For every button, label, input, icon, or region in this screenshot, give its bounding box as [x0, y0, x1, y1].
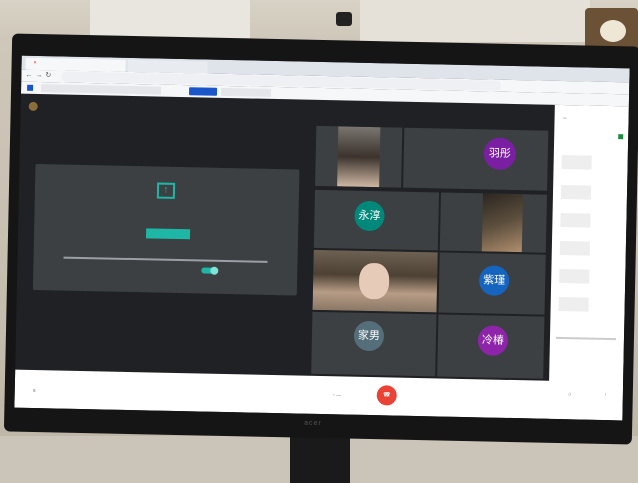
avatar: 家男 [353, 320, 385, 352]
participant-tile[interactable]: 家男 [311, 311, 437, 377]
bookmark-item[interactable] [41, 84, 162, 95]
monitor: × ← → ↻ ↑ 羽彤 永淳 紫瑾 家男 冷椿 — ≡ ◦ — ☎ ⌂ ↑ a… [3, 33, 638, 445]
monitor-stand [290, 432, 350, 483]
participant-video [337, 126, 381, 188]
close-icon[interactable]: × [34, 60, 37, 66]
avatar: 紫瑾 [478, 265, 510, 296]
present-now-button[interactable]: ↑ [591, 392, 621, 399]
avatar: 永淳 [354, 200, 385, 232]
webcam [336, 12, 352, 26]
participant-tile[interactable]: 永淳 [313, 189, 440, 251]
participants-sidebar: — [548, 104, 629, 421]
participant-tile[interactable] [315, 125, 403, 188]
monitor-brand: acer [304, 419, 322, 428]
word-icon[interactable] [90, 411, 97, 418]
participant-list-item[interactable] [559, 268, 590, 284]
mic-icon[interactable]: ◦ — [333, 392, 341, 398]
meeting-details-button[interactable]: ≡ [33, 388, 36, 394]
screen: × ← → ↻ ↑ 羽彤 永淳 紫瑾 家男 冷椿 — ≡ ◦ — ☎ ⌂ ↑ [14, 55, 630, 421]
sidebar-item: — [562, 115, 567, 121]
lamp [600, 20, 626, 42]
avatar: 羽彤 [483, 137, 517, 171]
participant-tile[interactable]: 冷椿 [437, 314, 545, 379]
apps-icon[interactable] [27, 84, 34, 91]
back-icon[interactable]: ← [25, 72, 33, 80]
meeting-logo-icon [28, 101, 38, 112]
present-button[interactable] [145, 228, 191, 240]
window-light [360, 0, 590, 42]
leave-call-button[interactable]: ☎ [376, 385, 397, 406]
divider [63, 256, 268, 263]
input-line[interactable] [555, 336, 616, 341]
meeting-title [28, 101, 42, 112]
participant-tile[interactable] [439, 192, 547, 253]
participant-list-item[interactable] [560, 184, 592, 200]
participant-tile[interactable] [312, 249, 438, 313]
forward-icon[interactable]: → [35, 72, 43, 80]
participant-tile[interactable]: 紫瑾 [438, 252, 546, 315]
chrome-icon[interactable] [66, 410, 73, 417]
meeting-window: ↑ 羽彤 永淳 紫瑾 家男 冷椿 — ≡ ◦ — ☎ ⌂ ↑ [14, 93, 629, 421]
participant-list-item[interactable] [559, 240, 591, 256]
powerpoint-icon[interactable] [102, 411, 109, 418]
avatar: 冷椿 [477, 325, 509, 356]
presentation-toggle[interactable] [201, 267, 218, 274]
presentation-message [55, 208, 279, 213]
participant-list-item[interactable] [561, 155, 592, 170]
bookmark-item[interactable] [220, 87, 272, 97]
app-icon[interactable] [78, 410, 85, 418]
participant-tile[interactable]: 羽彤 [403, 127, 549, 191]
participant-list-item[interactable] [558, 296, 589, 312]
chat-icon[interactable] [618, 134, 624, 140]
participant-list-item[interactable] [560, 212, 591, 228]
start-icon[interactable] [18, 409, 25, 416]
present-screen-icon: ↑ [156, 182, 176, 199]
participant-video [481, 193, 523, 253]
presentation-panel: ↑ [32, 163, 300, 296]
explorer-icon[interactable] [54, 410, 61, 417]
captions-button[interactable]: ⌂ [555, 391, 585, 398]
window-light [90, 0, 250, 40]
bookmark-highlight[interactable] [188, 87, 218, 96]
reload-icon[interactable]: ↻ [45, 72, 53, 80]
participant-face [358, 262, 390, 300]
